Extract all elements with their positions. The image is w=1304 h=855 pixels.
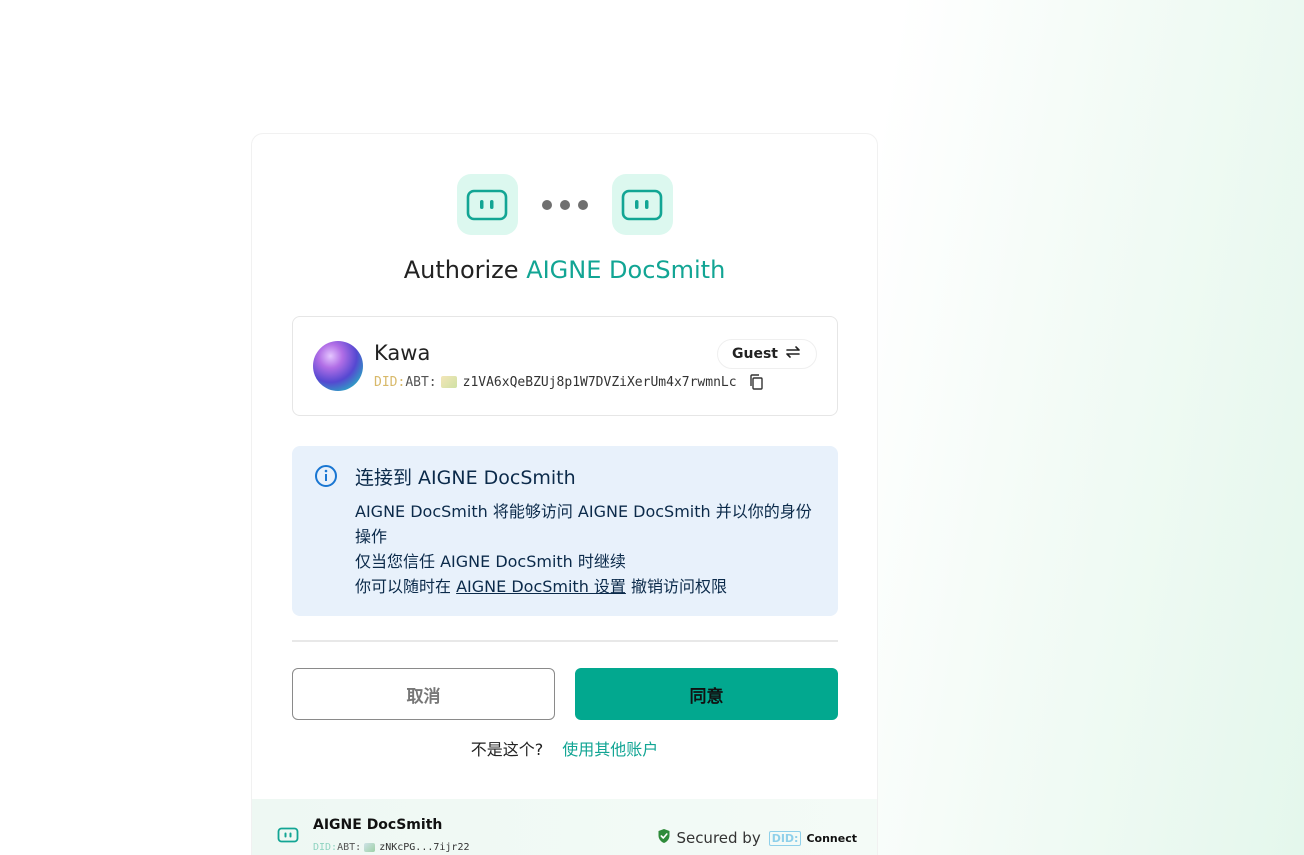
requesting-app-logo-icon: [456, 174, 518, 235]
footer-did-prefix: DID:: [313, 842, 338, 853]
footer-app-did: DID: ABT: zNKcPG...7ijr22: [313, 842, 470, 853]
role-label: Guest: [732, 346, 778, 362]
authorize-card: Authorize AIGNE DocSmith Kawa DID: ABT: …: [251, 133, 878, 855]
connection-dots: [541, 199, 588, 210]
footer-did-type: ABT:: [337, 842, 362, 853]
switch-account-link[interactable]: 使用其他账户: [562, 740, 658, 759]
did-type: ABT:: [405, 374, 437, 390]
connection-dot: [577, 199, 588, 210]
title-app-name: AIGNE DocSmith: [526, 256, 726, 284]
user-card: Kawa DID: ABT: z1VA6xQeBZUj8p1W7DVZiXerU…: [292, 316, 838, 416]
settings-link[interactable]: AIGNE DocSmith 设置: [456, 577, 626, 596]
footer: AIGNE DocSmith DID: ABT: zNKcPG...7ijr22…: [252, 799, 877, 855]
connect-label: Connect: [806, 831, 857, 845]
info-line3-suffix: 撤销访问权限: [631, 577, 728, 596]
divider: [292, 640, 838, 642]
secured-by-did-connect[interactable]: Secured by DID: Connect: [657, 828, 857, 848]
secured-label: Secured by: [676, 829, 761, 847]
switch-arrows-icon: [784, 345, 802, 363]
info-line3-prefix: 你可以随时在: [355, 577, 452, 596]
did-badge: DID:: [768, 830, 802, 846]
target-app-logo-icon: [611, 174, 673, 235]
info-line: 仅当您信任 AIGNE DocSmith 时继续: [355, 552, 626, 571]
connection-dot: [559, 199, 570, 210]
connection-dot: [541, 199, 552, 210]
footer-app-name: AIGNE DocSmith: [313, 817, 443, 833]
footer-app-logo-icon: [277, 827, 299, 847]
info-line: 你可以随时在 AIGNE DocSmith 设置 撤销访问权限: [355, 574, 815, 599]
info-alert: 连接到 AIGNE DocSmith AIGNE DocSmith 将能够访问 …: [292, 446, 838, 616]
app-connection-logos: [252, 174, 877, 235]
did-prefix: DID:: [374, 374, 406, 390]
page-title: Authorize AIGNE DocSmith: [252, 256, 877, 284]
user-did: DID: ABT: z1VA6xQeBZUj8p1W7DVZiXerUm4x7r…: [374, 374, 763, 390]
avatar: [313, 341, 363, 391]
footer-did-value: zNKcPG...7ijr22: [379, 842, 470, 853]
cancel-button[interactable]: 取消: [292, 668, 555, 720]
role-switch-badge[interactable]: Guest: [717, 339, 817, 369]
switch-prompt-text: 不是这个?: [470, 740, 544, 759]
agree-button[interactable]: 同意: [575, 668, 838, 720]
title-prefix: Authorize: [403, 256, 519, 284]
info-line: AIGNE DocSmith 将能够访问 AIGNE DocSmith 并以你的…: [355, 502, 812, 546]
username: Kawa: [374, 341, 431, 365]
copy-icon[interactable]: [749, 374, 763, 390]
info-body: AIGNE DocSmith 将能够访问 AIGNE DocSmith 并以你的…: [355, 499, 815, 599]
info-icon: [314, 464, 338, 492]
info-title: 连接到 AIGNE DocSmith: [355, 467, 576, 489]
switch-account-prompt: 不是这个? 使用其他账户: [252, 736, 877, 760]
did-avatar-icon: [440, 376, 457, 388]
footer-did-avatar-icon: [364, 843, 376, 852]
did-value: z1VA6xQeBZUj8p1W7DVZiXerUm4x7rwmnLc: [462, 374, 737, 390]
shield-check-icon: [657, 828, 671, 848]
